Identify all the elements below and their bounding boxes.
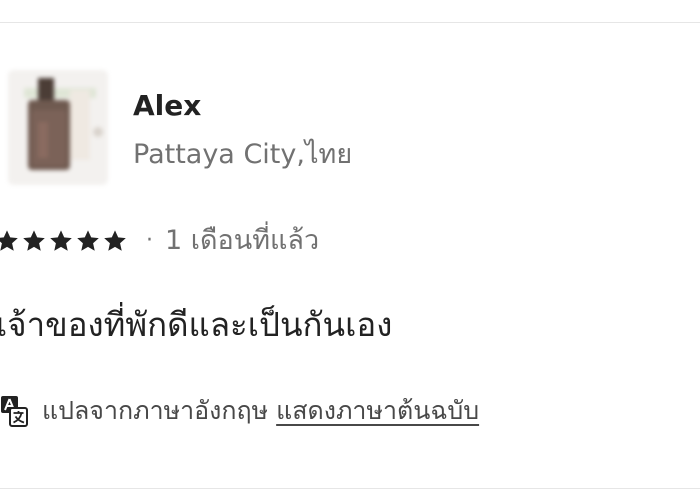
star-icon: [102, 228, 128, 254]
star-icon: [48, 228, 74, 254]
reviewer-avatar[interactable]: [8, 70, 108, 185]
translation-row: แปลจากภาษาอังกฤษ แสดงภาษาต้นฉบับ: [0, 390, 479, 432]
bottom-divider: [0, 488, 700, 489]
star-rating: [0, 228, 128, 254]
translated-from-note: แปลจากภาษาอังกฤษ: [42, 396, 269, 425]
avatar-image: [8, 70, 108, 185]
star-icon: [21, 228, 47, 254]
translate-icon: [0, 395, 28, 427]
review-time: 1 เดือนที่แล้ว: [165, 225, 320, 256]
review-text: เจ้าของที่พักดีและเป็นกันเอง: [0, 305, 393, 344]
reviewer-location: Pattaya City,ไทย: [133, 139, 353, 170]
rating-row: · 1 เดือนที่แล้ว: [0, 222, 319, 260]
star-icon: [75, 228, 101, 254]
star-icon: [0, 228, 20, 254]
separator-dot: ·: [146, 228, 153, 253]
show-original-link[interactable]: แสดงภาษาต้นฉบับ: [276, 391, 479, 431]
reviewer-name: Alex: [133, 89, 202, 122]
top-divider: [0, 22, 700, 23]
